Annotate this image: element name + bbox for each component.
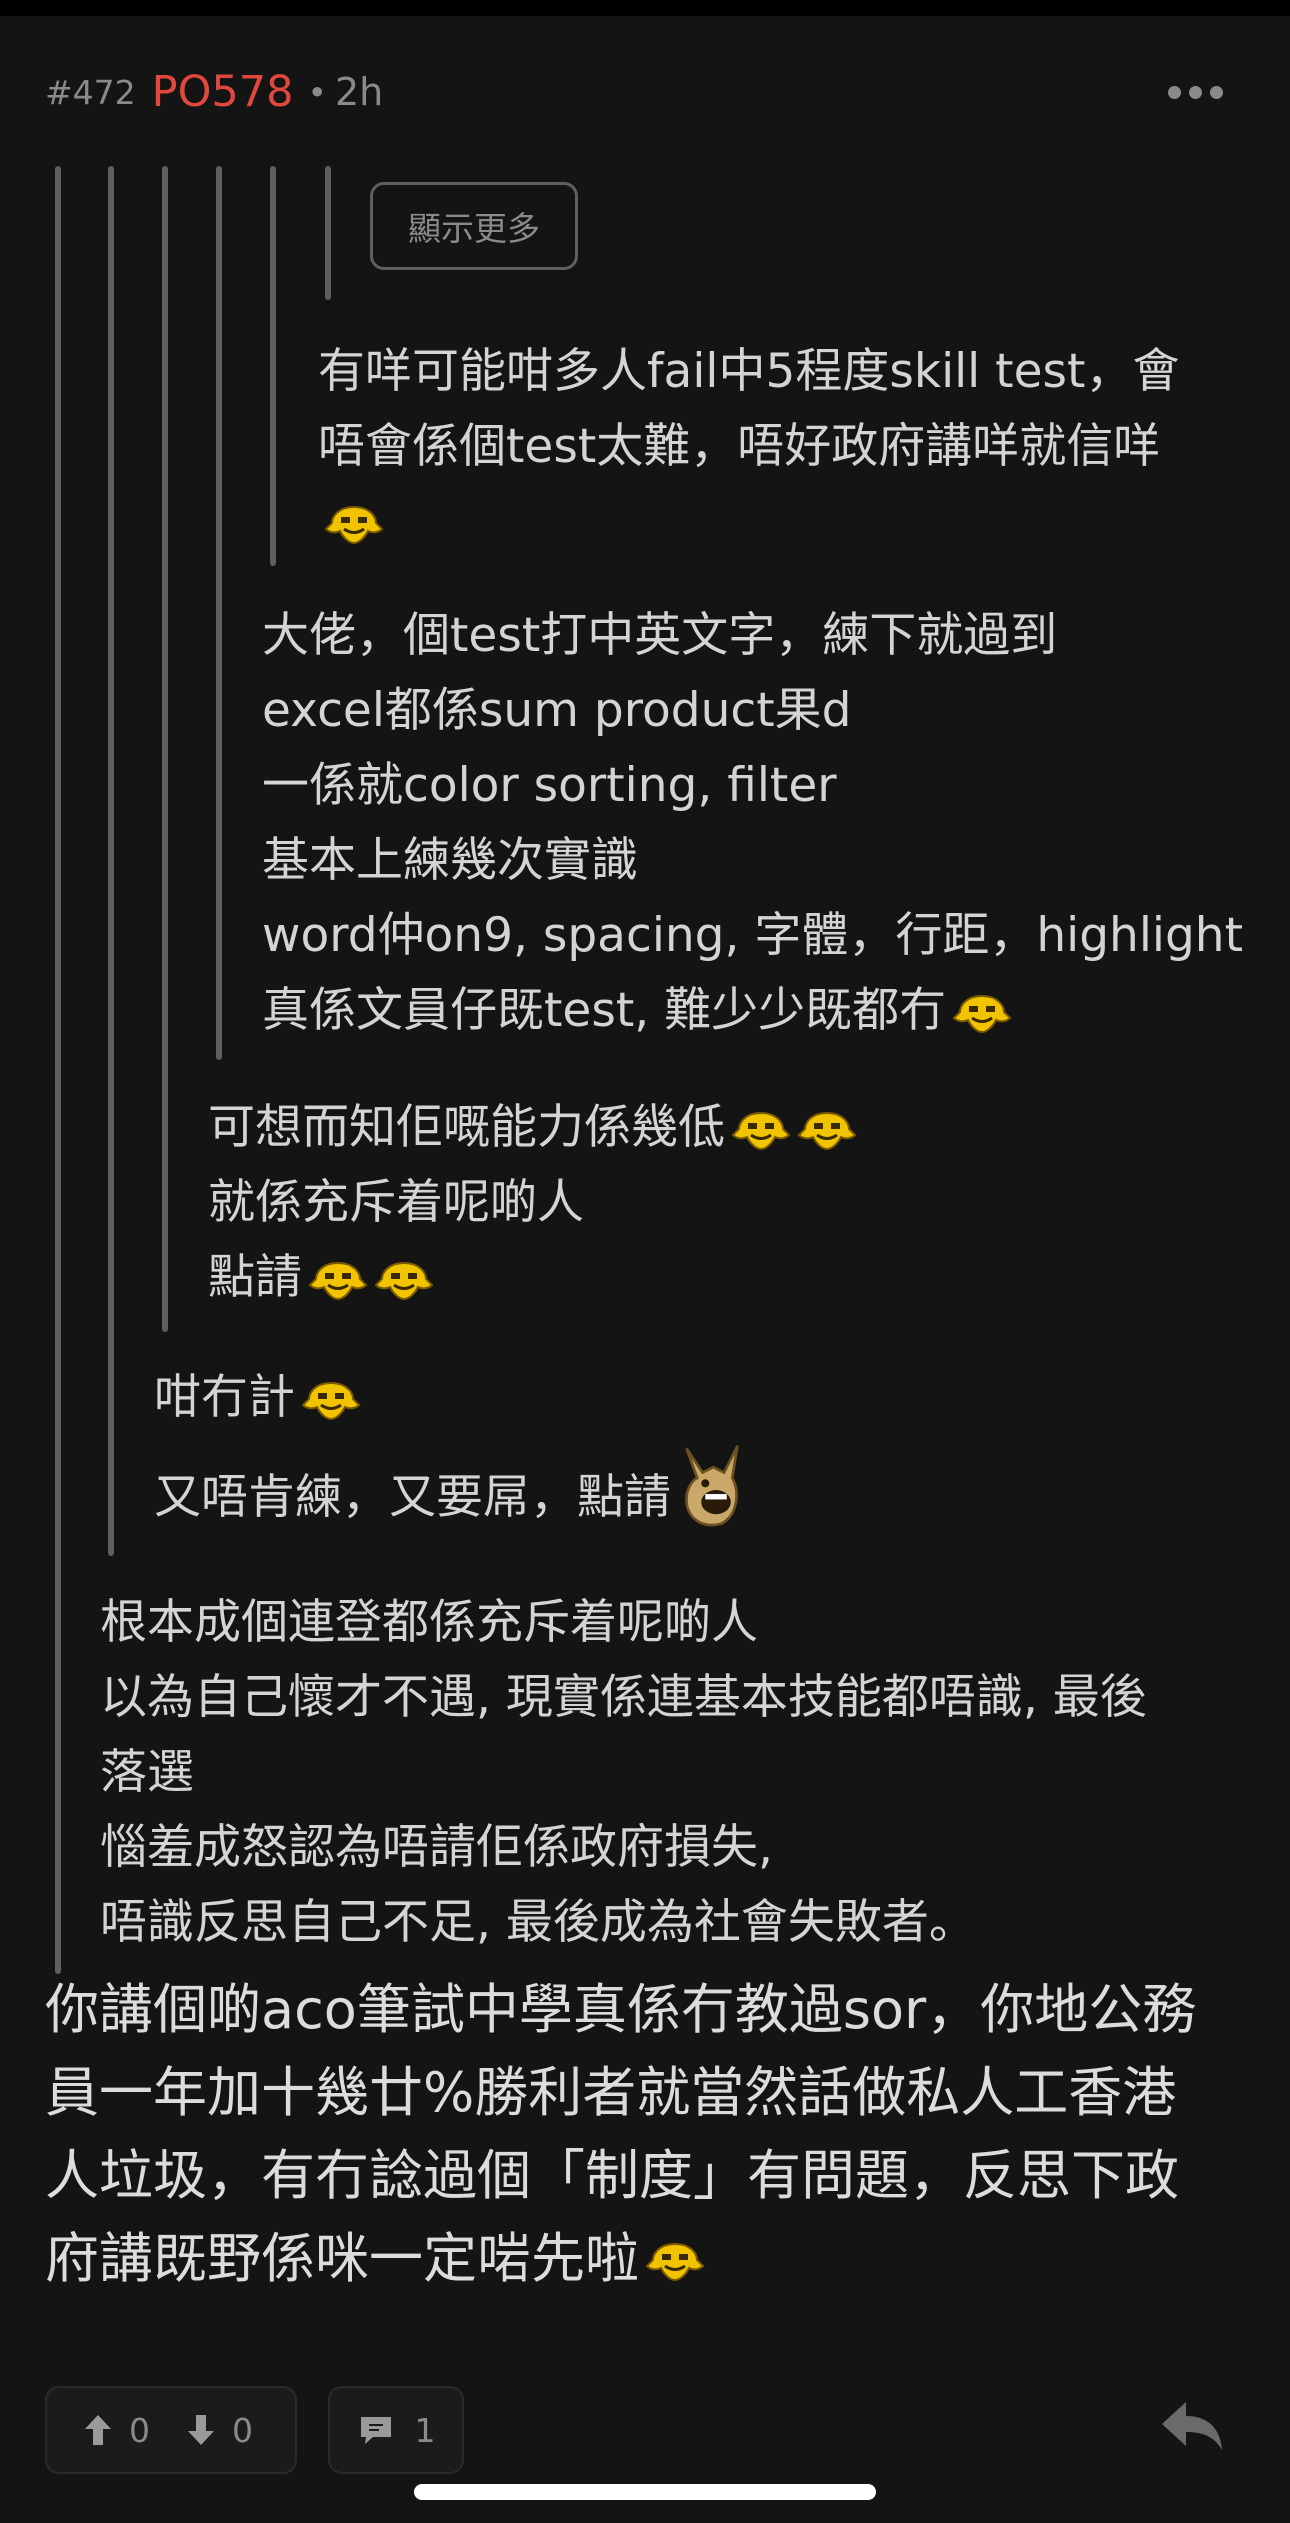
quote-level-1: 根本成個連登都係充斥着呢啲人 以為自己懷才不遇, 現實係連基本技能都唔識, 最後… <box>100 1585 1147 1960</box>
vote-box: 0 0 <box>45 2386 297 2474</box>
lihkg-smile-emoji <box>308 1259 368 1303</box>
lihkg-smile-emoji <box>324 503 384 547</box>
quote-line-level-3 <box>162 166 168 1332</box>
more-dots-icon[interactable] <box>1160 72 1230 112</box>
quote-line: 咁冇計 <box>154 1360 361 1435</box>
separator-dot: • <box>307 72 327 112</box>
replies-button[interactable]: 1 <box>328 2386 464 2474</box>
lihkg-smile-emoji <box>301 1379 361 1423</box>
quote-line: 大佬，個test打中英文字，練下就過到 <box>262 608 1058 663</box>
body-line: 你講個啲aco筆試中學真係冇教過sor，你地公務 <box>45 1978 1197 2041</box>
quote-line: excel都係sum product果d <box>262 683 852 738</box>
quote-line-level-1 <box>55 166 61 1974</box>
quote-line: 唔識反思自己不足, 最後成為社會失敗者。 <box>100 1895 976 1950</box>
lihkg-smile-emoji <box>731 1109 791 1153</box>
quote-line <box>318 484 1179 559</box>
upvote-button[interactable]: 0 <box>83 2411 150 2450</box>
post-body: 你講個啲aco筆試中學真係冇教過sor，你地公務 員一年加十幾廿%勝利者就當然話… <box>45 1968 1245 2300</box>
quote-line: 以為自己懷才不遇, 現實係連基本技能都唔識, 最後 <box>100 1670 1147 1725</box>
quote-line: 基本上練幾次實識 <box>262 833 638 888</box>
home-indicator <box>414 2484 876 2500</box>
post-time: 2h <box>334 70 384 114</box>
body-line: 員一年加十幾廿%勝利者就當然話做私人工香港 <box>45 2061 1177 2124</box>
quote-line-level-2 <box>108 166 114 1556</box>
quote-level-3: 可想而知佢嘅能力係幾低 就係充斥着呢啲人 點請 <box>208 1090 857 1315</box>
quote-line: 有咩可能咁多人fail中5程度skill test，會 <box>318 344 1180 399</box>
reply-count: 1 <box>414 2410 436 2450</box>
quote-line: 又唔肯練，又要屌，點請 <box>154 1460 747 1535</box>
quote-line: 真係文員仔既test, 難少少既都冇 <box>262 973 1243 1048</box>
downvote-button[interactable]: 0 <box>186 2411 253 2450</box>
status-bar <box>0 0 1290 16</box>
post-header: #472 PO578 • 2h <box>45 62 383 122</box>
quote-line-level-4 <box>216 166 222 1060</box>
quote-level-2-reply: 又唔肯練，又要屌，點請 <box>154 1460 747 1535</box>
lihkg-smile-emoji <box>797 1109 857 1153</box>
arrow-down-icon <box>188 2415 214 2445</box>
quote-line: 可想而知佢嘅能力係幾低 <box>208 1090 857 1165</box>
show-more-button[interactable]: 顯示更多 <box>370 182 578 270</box>
lihkg-smile-emoji <box>374 1259 434 1303</box>
lihkg-angry-emoji <box>677 1473 747 1529</box>
quote-level-2: 咁冇計 <box>154 1360 361 1435</box>
quote-line: 一係就color sorting, filter <box>262 758 837 813</box>
downvote-count: 0 <box>232 2410 253 2450</box>
quote-line: 就係充斥着呢啲人 <box>208 1175 584 1230</box>
quote-line: word仲on9, spacing, 字體，行距，highlight <box>262 908 1244 963</box>
quote-line: 落選 <box>100 1745 194 1800</box>
author-name[interactable]: PO578 <box>152 67 294 117</box>
quote-line: 點請 <box>208 1240 857 1315</box>
post-number: #472 <box>45 72 136 112</box>
quote-line: 根本成個連登都係充斥着呢啲人 <box>100 1595 758 1650</box>
quote-line-level-6 <box>325 166 331 300</box>
quote-line: 唔會係個test太難，唔好政府講咩就信咩 <box>318 419 1161 474</box>
lihkg-smile-emoji <box>952 992 1012 1036</box>
arrow-up-icon <box>85 2415 111 2445</box>
reply-icon[interactable] <box>1160 2398 1224 2454</box>
comment-icon <box>360 2417 391 2444</box>
lihkg-smile-emoji <box>645 2240 705 2284</box>
quote-line-level-5 <box>270 166 276 566</box>
body-line: 府講既野係咪一定啱先啦 <box>45 2217 1245 2300</box>
quote-level-4: 大佬，個test打中英文字，練下就過到 excel都係sum product果d… <box>262 598 1243 1048</box>
body-line: 人垃圾，有冇諗過個「制度」有問題，反思下政 <box>45 2144 1179 2207</box>
quote-line: 惱羞成怒認為唔請佢係政府損失, <box>100 1820 773 1875</box>
upvote-count: 0 <box>129 2410 150 2450</box>
quote-level-5: 有咩可能咁多人fail中5程度skill test，會 唔會係個test太難，唔… <box>318 334 1179 559</box>
